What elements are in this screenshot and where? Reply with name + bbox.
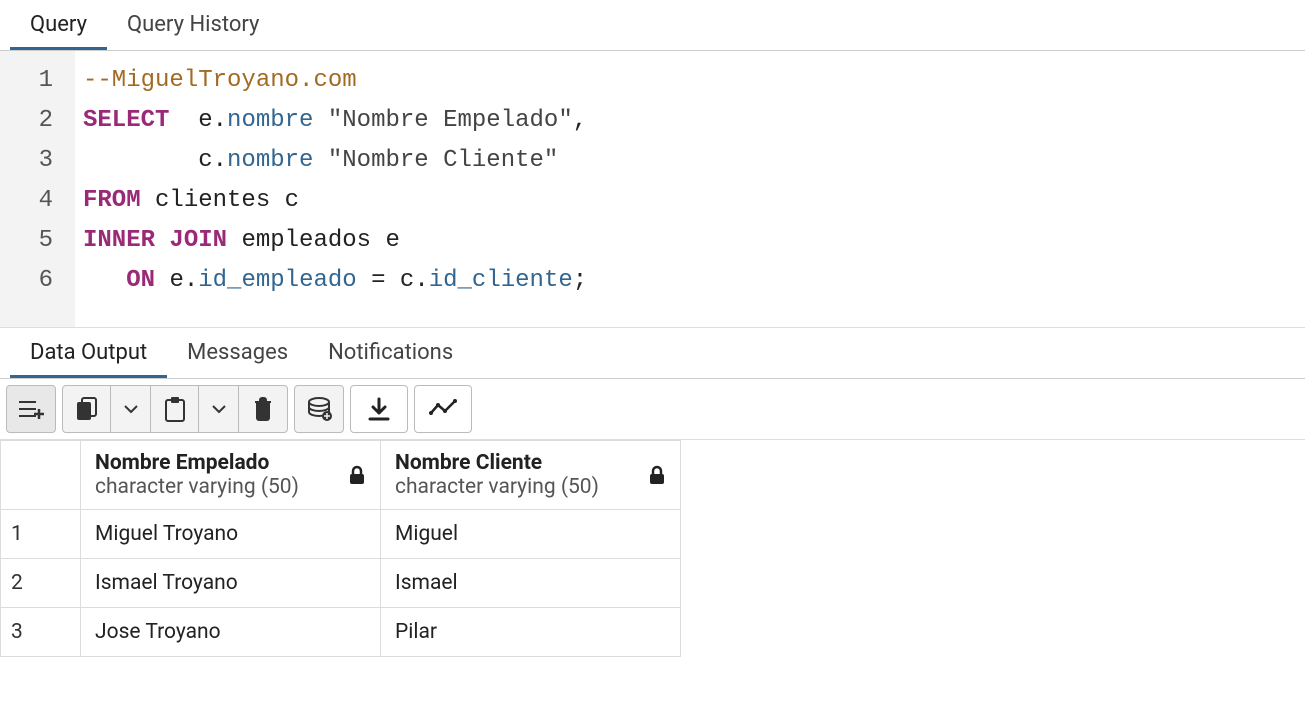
result-table: Nombre Empelado character varying (50) N… — [0, 440, 681, 657]
sql-keyword: SELECT — [83, 107, 169, 134]
line-number: 2 — [0, 101, 53, 141]
cell[interactable]: Ismael Troyano — [81, 559, 381, 608]
sql-text: clientes c — [155, 187, 299, 214]
sql-eq: = — [371, 267, 385, 294]
sql-ident: nombre — [227, 147, 313, 174]
paste-dropdown[interactable] — [199, 386, 239, 432]
paste-button[interactable] — [151, 386, 199, 432]
add-row-button[interactable] — [7, 386, 55, 432]
sql-keyword: FROM — [83, 187, 141, 214]
sql-ident: e — [169, 267, 183, 294]
delete-button[interactable] — [239, 386, 287, 432]
column-type: character varying (50) — [395, 475, 599, 499]
column-type: character varying (50) — [95, 475, 299, 499]
sql-dot: . — [213, 147, 227, 174]
tab-messages[interactable]: Messages — [167, 328, 308, 378]
save-data-button[interactable] — [295, 386, 343, 432]
code-area[interactable]: --MiguelTroyano.com SELECT e.nombre "Nom… — [75, 51, 595, 327]
column-header[interactable]: Nombre Cliente character varying (50) — [381, 441, 681, 510]
sql-ident: c — [400, 267, 414, 294]
chart-button[interactable] — [415, 386, 471, 432]
cell[interactable]: Miguel — [381, 510, 681, 559]
sql-editor[interactable]: 1 2 3 4 5 6 --MiguelTroyano.com SELECT e… — [0, 51, 1305, 327]
line-number: 3 — [0, 141, 53, 181]
tab-query-history[interactable]: Query History — [107, 0, 279, 50]
lock-icon — [648, 465, 666, 485]
output-toolbar — [0, 379, 1305, 440]
sql-comment: --MiguelTroyano.com — [83, 67, 357, 94]
copy-button[interactable] — [63, 386, 111, 432]
copy-dropdown[interactable] — [111, 386, 151, 432]
tab-data-output[interactable]: Data Output — [10, 328, 167, 378]
table-row[interactable]: 1 Miguel Troyano Miguel — [1, 510, 681, 559]
sql-keyword: INNER JOIN — [83, 227, 227, 254]
line-gutter: 1 2 3 4 5 6 — [0, 51, 75, 327]
row-number[interactable]: 1 — [1, 510, 81, 559]
sql-ident: c — [198, 147, 212, 174]
output-tabs: Data Output Messages Notifications — [0, 327, 1305, 379]
sql-ident: e — [198, 107, 212, 134]
sql-string: "Nombre Empelado" — [328, 107, 573, 134]
cell[interactable]: Miguel Troyano — [81, 510, 381, 559]
sql-keyword: ON — [126, 267, 155, 294]
column-title: Nombre Empelado — [95, 451, 299, 475]
sql-string: "Nombre Cliente" — [328, 147, 558, 174]
cell[interactable]: Pilar — [381, 608, 681, 657]
cell[interactable]: Ismael — [381, 559, 681, 608]
lock-icon — [348, 465, 366, 485]
sql-text: empleados e — [241, 227, 399, 254]
line-number: 6 — [0, 261, 53, 301]
download-button[interactable] — [351, 386, 407, 432]
line-number: 1 — [0, 61, 53, 101]
row-number[interactable]: 3 — [1, 608, 81, 657]
table-row[interactable]: 2 Ismael Troyano Ismael — [1, 559, 681, 608]
sql-ident: id_cliente — [429, 267, 573, 294]
sql-ident: nombre — [227, 107, 313, 134]
sql-comma: , — [573, 107, 587, 134]
row-number[interactable]: 2 — [1, 559, 81, 608]
column-title: Nombre Cliente — [395, 451, 599, 475]
line-number: 4 — [0, 181, 53, 221]
query-tabs: Query Query History — [0, 0, 1305, 51]
sql-ident: id_empleado — [198, 267, 356, 294]
sql-dot: . — [213, 107, 227, 134]
tab-query[interactable]: Query — [10, 0, 107, 50]
column-header[interactable]: Nombre Empelado character varying (50) — [81, 441, 381, 510]
cell[interactable]: Jose Troyano — [81, 608, 381, 657]
sql-dot: . — [184, 267, 198, 294]
tab-notifications[interactable]: Notifications — [308, 328, 473, 378]
line-number: 5 — [0, 221, 53, 261]
table-row[interactable]: 3 Jose Troyano Pilar — [1, 608, 681, 657]
table-corner[interactable] — [1, 441, 81, 510]
sql-semicolon: ; — [573, 267, 587, 294]
sql-dot: . — [414, 267, 428, 294]
